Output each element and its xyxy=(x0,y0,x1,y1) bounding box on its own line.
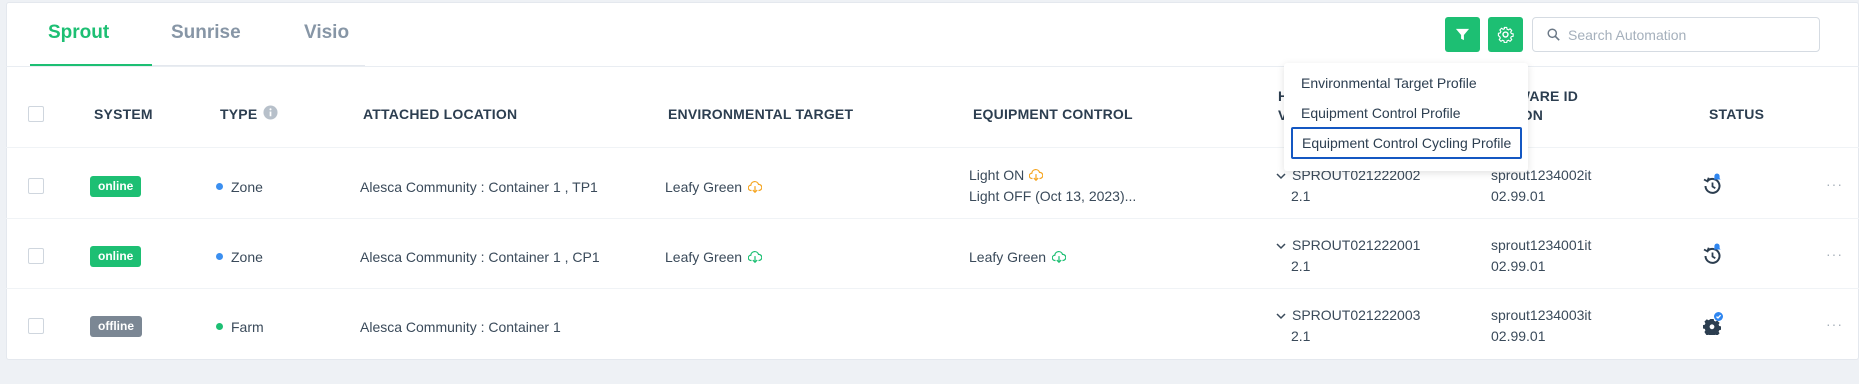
status-badge: online xyxy=(90,246,142,267)
row-checkbox[interactable] xyxy=(28,248,44,264)
status-badge: online xyxy=(90,176,142,197)
column-header-status[interactable]: STATUS xyxy=(1709,106,1764,122)
location-cell: Alesca Community : Container 1 xyxy=(360,319,561,335)
row-actions-button[interactable]: ··· xyxy=(1826,316,1843,332)
equipment-control-line1[interactable]: Light ON xyxy=(969,167,1024,183)
hardware-id-cell: SPROUT021222003 xyxy=(1292,307,1421,323)
row-actions-button[interactable]: ··· xyxy=(1826,246,1843,262)
firmware-version-cell: 02.99.01 xyxy=(1491,188,1546,204)
column-header-environmental-target[interactable]: ENVIRONMENTAL TARGET xyxy=(668,106,853,122)
firmware-id-cell: sprout1234003it xyxy=(1491,307,1592,323)
column-header-equipment-control[interactable]: EQUIPMENT CONTROL xyxy=(973,106,1133,122)
search-icon xyxy=(1547,28,1560,41)
equipment-control-line2: Light OFF (Oct 13, 2023)... xyxy=(969,188,1137,204)
chevron-down-icon[interactable] xyxy=(1276,311,1286,321)
chevron-down-icon[interactable] xyxy=(1276,171,1286,181)
cloud-download-icon[interactable] xyxy=(748,180,762,194)
header-divider xyxy=(6,66,1859,67)
info-icon[interactable] xyxy=(263,105,278,120)
type-dot xyxy=(216,183,223,190)
column-header-system[interactable]: SYSTEM xyxy=(94,106,153,122)
tab-visio[interactable]: Visio xyxy=(304,22,349,44)
menu-item-environmental-target-profile[interactable]: Environmental Target Profile xyxy=(1301,75,1477,91)
cloud-download-icon[interactable] xyxy=(748,250,762,264)
column-header-attached-location[interactable]: ATTACHED LOCATION xyxy=(363,106,517,122)
column-header-type[interactable]: TYPE xyxy=(220,106,257,122)
chevron-down-icon[interactable] xyxy=(1276,241,1286,251)
row-divider xyxy=(6,147,1859,148)
row-checkbox[interactable] xyxy=(28,178,44,194)
menu-item-equipment-control-cycling-profile[interactable]: Equipment Control Cycling Profile xyxy=(1291,127,1523,159)
environmental-target-cell[interactable]: Leafy Green xyxy=(665,249,742,265)
select-all-checkbox[interactable] xyxy=(28,106,44,122)
location-cell: Alesca Community : Container 1 , CP1 xyxy=(360,249,600,265)
firmware-version-cell: 02.99.01 xyxy=(1491,328,1546,344)
history-icon[interactable] xyxy=(1702,172,1724,196)
equipment-control-line1[interactable]: Leafy Green xyxy=(969,249,1046,265)
row-checkbox[interactable] xyxy=(28,318,44,334)
column-settings-menu: Environmental Target Profile Equipment C… xyxy=(1284,63,1528,171)
system-tabs: Sprout Sunrise Visio xyxy=(30,0,365,67)
hardware-id-cell: SPROUT021222001 xyxy=(1292,237,1421,253)
hardware-version-cell: 2.1 xyxy=(1291,188,1311,204)
history-icon[interactable] xyxy=(1702,242,1724,266)
column-settings-button[interactable] xyxy=(1488,17,1523,52)
firmware-version-cell: 02.99.01 xyxy=(1491,258,1546,274)
gear-icon[interactable] xyxy=(1702,311,1724,335)
type-cell: Zone xyxy=(231,249,263,265)
hardware-version-cell: 2.1 xyxy=(1291,328,1311,344)
cloud-download-icon[interactable] xyxy=(1029,168,1043,182)
filter-icon xyxy=(1455,28,1470,41)
search-input[interactable] xyxy=(1568,26,1808,43)
type-cell: Farm xyxy=(231,319,264,335)
row-divider xyxy=(6,218,1859,219)
tab-sunrise[interactable]: Sunrise xyxy=(171,22,241,44)
firmware-id-cell: sprout1234001it xyxy=(1491,237,1592,253)
row-actions-button[interactable]: ··· xyxy=(1826,176,1843,192)
type-dot xyxy=(216,323,223,330)
row-divider xyxy=(6,288,1859,289)
status-badge: offline xyxy=(90,316,142,337)
type-cell: Zone xyxy=(231,179,263,195)
gear-icon xyxy=(1497,26,1514,43)
cloud-download-icon[interactable] xyxy=(1052,250,1066,264)
tab-sprout[interactable]: Sprout xyxy=(48,22,109,44)
hardware-version-cell: 2.1 xyxy=(1291,258,1311,274)
menu-item-equipment-control-profile[interactable]: Equipment Control Profile xyxy=(1301,105,1461,121)
type-dot xyxy=(216,253,223,260)
search-box[interactable] xyxy=(1532,17,1820,52)
environmental-target-cell[interactable]: Leafy Green xyxy=(665,179,742,195)
filter-button[interactable] xyxy=(1445,17,1480,52)
location-cell: Alesca Community : Container 1 , TP1 xyxy=(360,179,598,195)
